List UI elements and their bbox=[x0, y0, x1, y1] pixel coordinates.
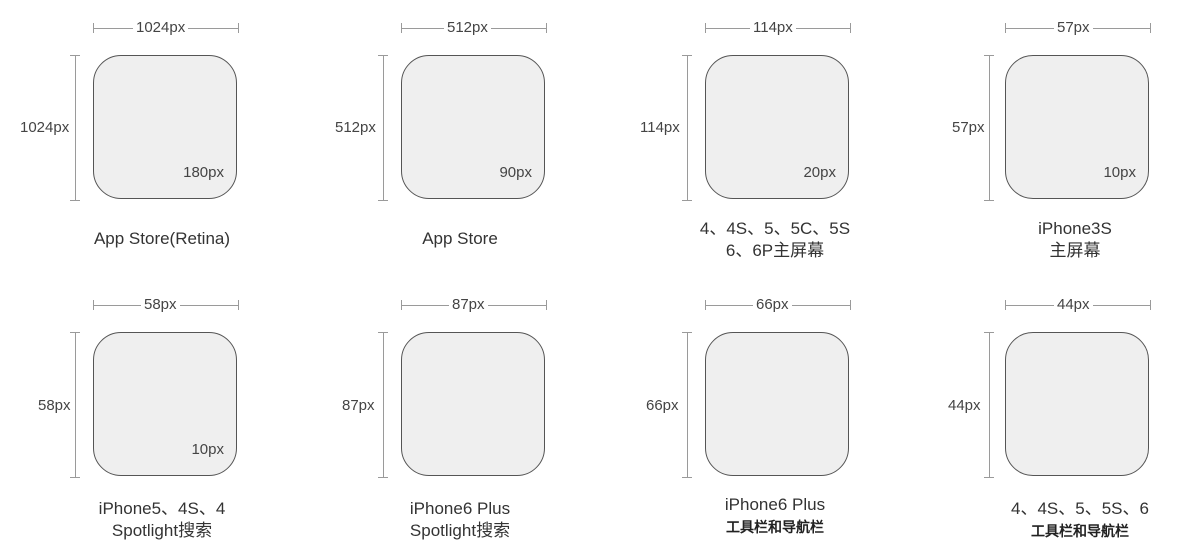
width-dimension: 87px bbox=[401, 296, 547, 314]
corner-radius-label: 180px bbox=[183, 164, 224, 181]
height-label: 512px bbox=[335, 119, 376, 136]
height-dimension bbox=[682, 332, 694, 478]
width-dimension: 512px bbox=[401, 19, 547, 37]
height-label: 44px bbox=[948, 397, 981, 414]
height-dimension bbox=[70, 55, 82, 201]
width-label: 87px bbox=[449, 296, 488, 314]
corner-radius-label: 10px bbox=[191, 441, 224, 458]
width-label: 44px bbox=[1054, 296, 1093, 314]
height-dimension bbox=[378, 55, 390, 201]
icon-placeholder: 10px bbox=[93, 332, 237, 476]
height-dimension bbox=[984, 332, 996, 478]
width-label: 114px bbox=[750, 19, 796, 37]
width-dimension: 57px bbox=[1005, 19, 1151, 37]
width-dimension: 114px bbox=[705, 19, 851, 37]
height-label: 87px bbox=[342, 397, 375, 414]
corner-radius-label: 10px bbox=[1103, 164, 1136, 181]
width-dimension: 1024px bbox=[93, 19, 239, 37]
icon-placeholder: 10px bbox=[1005, 55, 1149, 199]
width-label: 57px bbox=[1054, 19, 1093, 37]
width-dimension: 58px bbox=[93, 296, 239, 314]
width-label: 66px bbox=[753, 296, 792, 314]
width-label: 1024px bbox=[133, 19, 189, 37]
width-label: 512px bbox=[444, 19, 491, 37]
icon-caption: 4、4S、5、5C、5S 6、6P主屏幕 bbox=[699, 219, 851, 260]
height-label: 66px bbox=[646, 397, 679, 414]
icon-placeholder: 20px bbox=[705, 55, 849, 199]
icon-caption: iPhone6 Plus 工具栏和导航栏 bbox=[724, 495, 826, 535]
height-label: 114px bbox=[640, 119, 680, 136]
icon-caption: App Store bbox=[422, 229, 498, 248]
height-dimension bbox=[984, 55, 996, 201]
corner-radius-label: 90px bbox=[499, 164, 532, 181]
width-dimension: 66px bbox=[705, 296, 851, 314]
height-label: 57px bbox=[952, 119, 985, 136]
width-dimension: 44px bbox=[1005, 296, 1151, 314]
icon-placeholder: 90px bbox=[401, 55, 545, 199]
corner-radius-label: 20px bbox=[803, 164, 836, 181]
icon-caption: iPhone5、4S、4 Spotlight搜索 bbox=[98, 499, 226, 540]
height-dimension bbox=[682, 55, 694, 201]
icon-placeholder bbox=[401, 332, 545, 476]
height-dimension bbox=[70, 332, 82, 478]
icon-placeholder: 180px bbox=[93, 55, 237, 199]
icon-placeholder bbox=[1005, 332, 1149, 476]
height-label: 1024px bbox=[20, 119, 70, 136]
icon-caption: 4、4S、5、5S、6 工具栏和导航栏 bbox=[1011, 499, 1149, 539]
height-dimension bbox=[378, 332, 390, 478]
width-label: 58px bbox=[141, 296, 180, 314]
icon-placeholder bbox=[705, 332, 849, 476]
icon-caption: iPhone3S 主屏幕 bbox=[1038, 219, 1112, 260]
height-label: 58px bbox=[38, 397, 71, 414]
icon-caption: iPhone6 Plus Spotlight搜索 bbox=[409, 499, 511, 540]
icon-caption: App Store(Retina) bbox=[93, 229, 231, 248]
